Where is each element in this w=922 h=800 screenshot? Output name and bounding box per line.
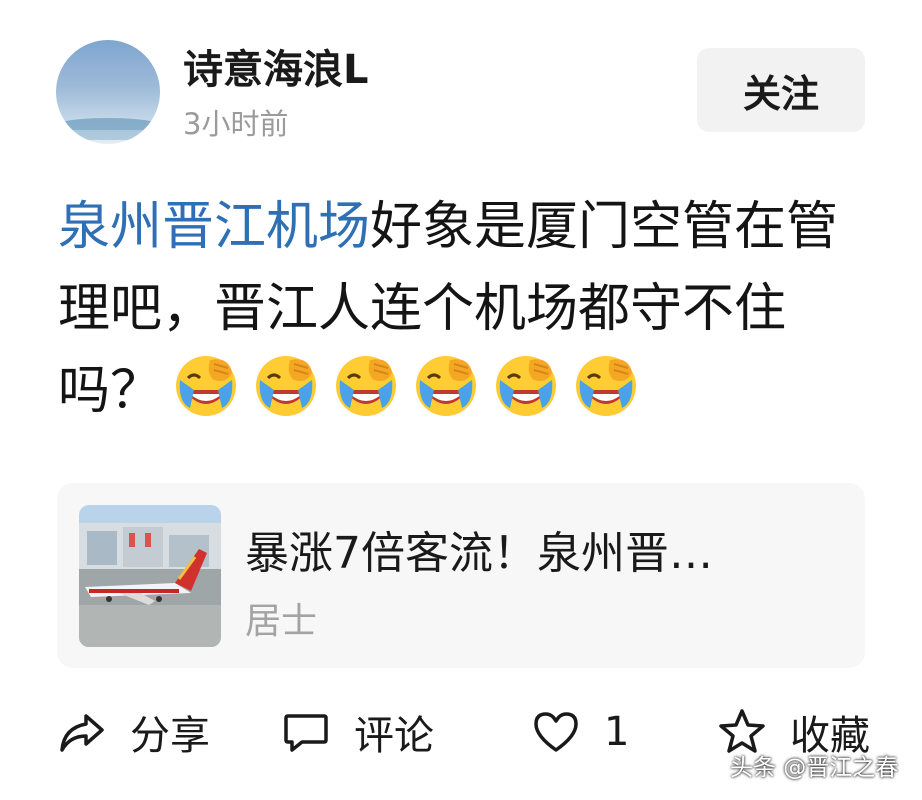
comment-button[interactable]: 评论 <box>280 700 434 764</box>
laugh-crying-emoji <box>410 350 482 422</box>
article-card[interactable]: 暴涨7倍客流！泉州晋… 居士 <box>57 483 865 668</box>
article-title: 暴涨7倍客流！泉州晋… <box>245 528 713 579</box>
emoji-row <box>162 356 642 421</box>
laugh-crying-emoji <box>170 350 242 422</box>
laugh-crying-emoji <box>490 350 562 422</box>
article-thumbnail <box>79 505 221 647</box>
follow-button[interactable]: 关注 <box>697 48 865 132</box>
avatar-wave-lower <box>56 130 160 140</box>
comment-label: 评论 <box>354 713 434 759</box>
laugh-crying-emoji <box>250 350 322 422</box>
laugh-crying-emoji <box>330 350 402 422</box>
post-time: 3小时前 <box>183 107 289 141</box>
laugh-crying-emoji <box>570 350 642 422</box>
topic-link[interactable]: 泉州晋江机场 <box>58 197 370 257</box>
post-content: 泉州晋江机场好象是厦门空管在管理吧，晋江人连个机场都守不住吗？ <box>58 186 858 432</box>
like-count: 1 <box>604 709 630 755</box>
star-icon <box>716 706 768 758</box>
avatar-wave <box>60 118 156 130</box>
like-button[interactable]: 1 <box>530 700 629 764</box>
username[interactable]: 诗意海浪L <box>183 42 369 98</box>
article-source: 居士 <box>245 601 318 642</box>
share-button[interactable]: 分享 <box>56 700 210 764</box>
comment-icon <box>280 706 332 758</box>
share-icon <box>56 706 108 758</box>
watermark: 头条 @晋江之春 <box>730 755 899 781</box>
heart-icon <box>530 706 582 758</box>
avatar[interactable] <box>56 40 160 144</box>
share-label: 分享 <box>130 713 210 759</box>
